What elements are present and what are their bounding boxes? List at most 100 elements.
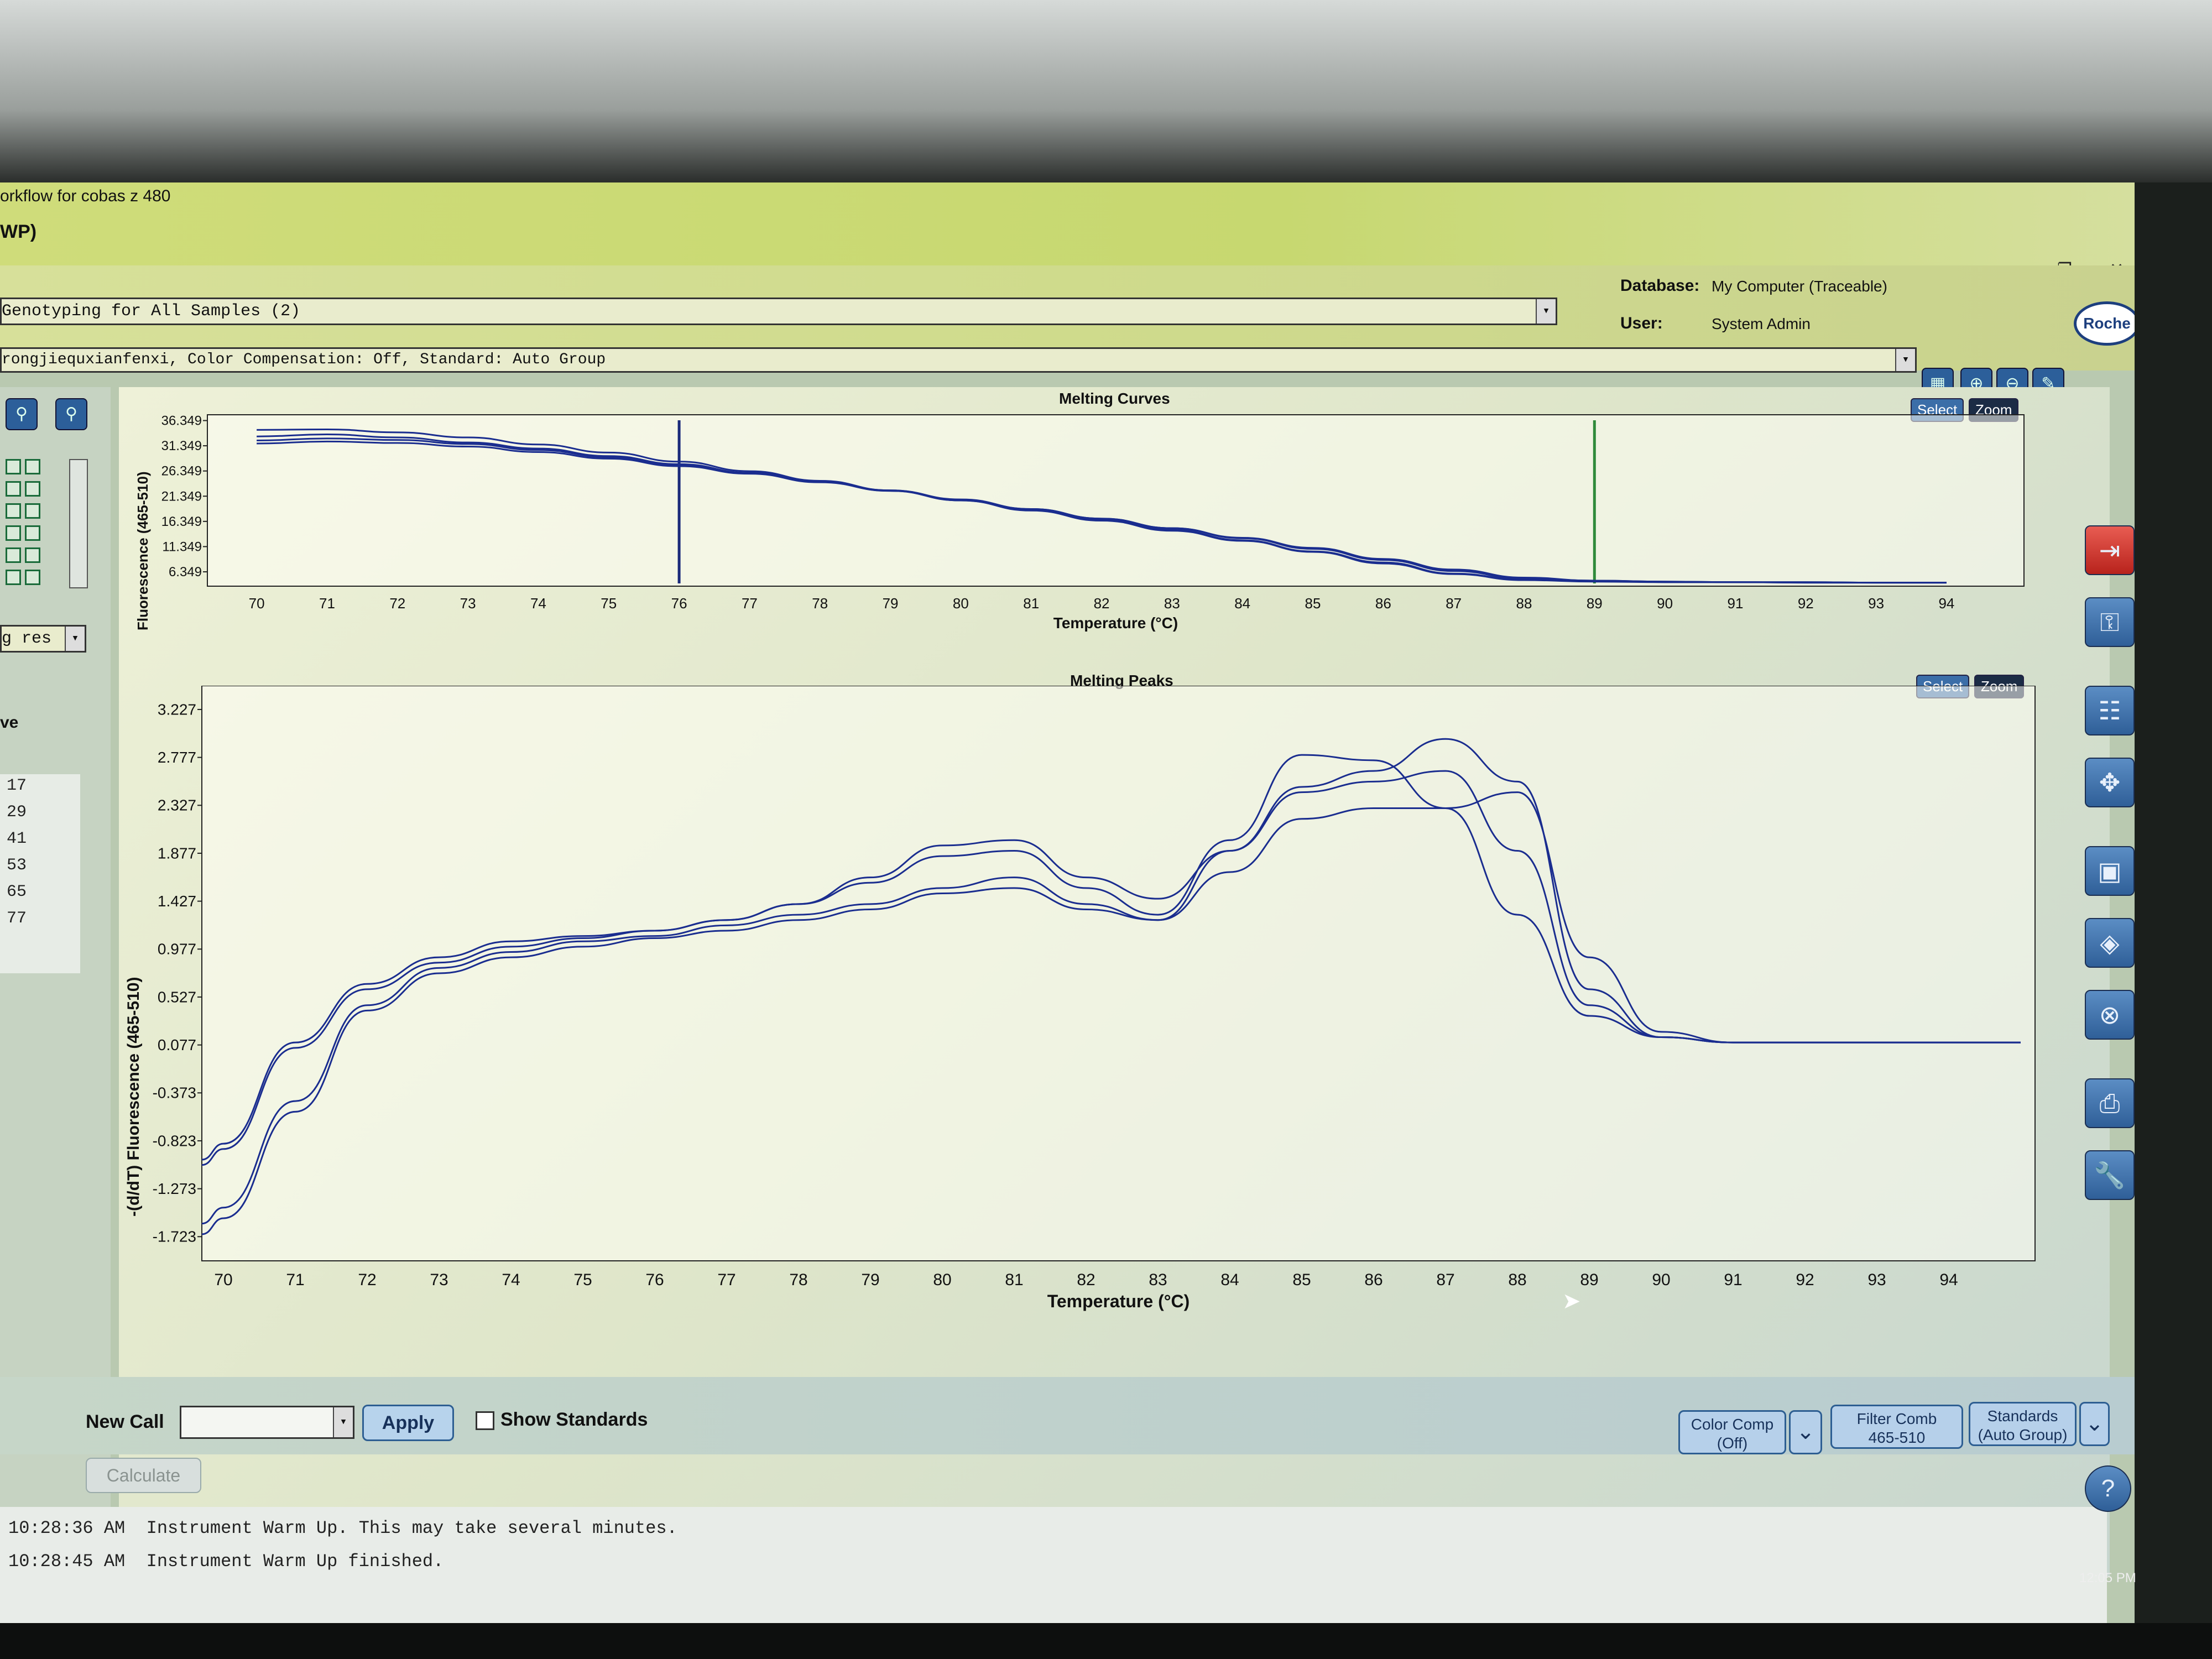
well-number[interactable]: 53 [7, 856, 27, 875]
hierarchy-icon[interactable]: ☷ [2085, 686, 2135, 735]
show-standards-checkbox[interactable] [476, 1411, 494, 1430]
exit-icon[interactable]: ⇥ [2085, 525, 2135, 575]
database-value: My Computer (Traceable) [1712, 278, 1887, 295]
well-cell[interactable] [6, 525, 21, 541]
well-number[interactable]: 77 [7, 909, 27, 928]
y-tick-label: 11.349 [162, 539, 202, 554]
y-tick-label: 6.349 [169, 565, 202, 580]
analysis-combo[interactable]: Genotyping for All Samples (2) ▾ [0, 298, 1557, 325]
well-number[interactable]: 65 [7, 883, 27, 901]
subset-combo[interactable]: rongjiequxianfenxi, Color Compensation: … [0, 347, 1917, 373]
results-combo[interactable]: g res ▾ [0, 625, 86, 653]
well-number[interactable]: 17 [7, 776, 27, 795]
log-line: 10:28:36 AM Instrument Warm Up. This may… [8, 1518, 677, 1538]
well-cell[interactable] [25, 525, 40, 541]
x-tick-label: 85 [1305, 595, 1321, 612]
save-icon[interactable]: ▣ [2085, 846, 2135, 896]
standards-button[interactable]: Standards (Auto Group) [1969, 1402, 2077, 1446]
x-tick-label: 84 [1234, 595, 1250, 612]
well-cell[interactable] [6, 459, 21, 474]
sample-selector-panel: ⚲ ⚲ g res ▾ ve 17 29 41 53 65 77 [0, 387, 111, 1532]
chevron-down-icon: ▾ [1536, 299, 1556, 324]
well-cell[interactable] [25, 481, 40, 497]
x-axis-label: Temperature (°C) [1053, 614, 1178, 632]
x-tick-label: 86 [1364, 1271, 1383, 1289]
well-cell[interactable] [6, 503, 21, 519]
apply-button[interactable]: Apply [362, 1405, 454, 1441]
navigator-icon[interactable]: ✥ [2085, 758, 2135, 807]
well-cell[interactable] [25, 459, 40, 474]
well-number[interactable]: 29 [7, 803, 27, 822]
section-label: ve [0, 713, 19, 732]
y-tick-label: 1.877 [158, 844, 196, 862]
color-comp-value: (Off) [1717, 1434, 1748, 1452]
standards-label: Standards [1987, 1407, 2058, 1425]
taskbar-clock: 12:05 PM [2079, 1571, 2136, 1585]
monitor-bezel-bottom [0, 1623, 2212, 1659]
x-tick-label: 70 [249, 595, 265, 612]
zoom-in-icon[interactable]: ⚲ [6, 398, 38, 430]
x-tick-label: 89 [1587, 595, 1603, 612]
x-tick-label: 74 [502, 1271, 520, 1289]
log-line: 10:28:45 AM Instrument Warm Up finished. [8, 1551, 444, 1572]
x-tick-label: 73 [460, 595, 476, 612]
x-tick-label: 78 [812, 595, 828, 612]
color-comp-button[interactable]: Color Comp (Off) [1678, 1410, 1786, 1454]
cancel-icon[interactable]: ⊗ [2085, 990, 2135, 1040]
zoom-out-icon[interactable]: ⚲ [55, 398, 87, 430]
analysis-combo-value: Genotyping for All Samples (2) [2, 302, 301, 321]
x-tick-label: 77 [717, 1271, 735, 1289]
title-bar: orkflow for cobas z 480 WP) – ❐ ✕ [0, 182, 2135, 279]
x-tick-label: 77 [742, 595, 758, 612]
calculate-button[interactable]: Calculate [86, 1458, 201, 1493]
new-call-combo[interactable]: ▾ [180, 1406, 354, 1439]
well-cell[interactable] [6, 570, 21, 585]
message-log: 10:28:36 AM Instrument Warm Up. This may… [0, 1507, 2107, 1623]
y-tick-label: -1.273 [153, 1180, 196, 1197]
x-tick-label: 90 [1657, 595, 1673, 612]
x-tick-label: 80 [933, 1271, 951, 1289]
well-cell[interactable] [6, 547, 21, 563]
well-cell[interactable] [25, 547, 40, 563]
print-icon[interactable]: ⎙ [2085, 1078, 2135, 1128]
header-panel: Genotyping for All Samples (2) ▾ Databas… [0, 265, 2135, 373]
x-tick-label: 76 [671, 595, 687, 612]
filter-comb-button[interactable]: Filter Comb 465-510 [1830, 1405, 1963, 1449]
chevron-down-icon: ▾ [1895, 349, 1915, 371]
monitor-bezel-top [0, 0, 2212, 182]
y-tick-label: 1.427 [158, 893, 196, 910]
x-tick-label: 82 [1077, 1271, 1095, 1289]
x-tick-label: 78 [789, 1271, 807, 1289]
x-tick-label: 72 [389, 595, 405, 612]
x-tick-label: 88 [1508, 1271, 1526, 1289]
y-tick-label: 36.349 [161, 413, 202, 428]
log-message: Instrument Warm Up. This may take severa… [146, 1518, 677, 1538]
well-cell[interactable] [6, 481, 21, 497]
chevron-down-icon: ▾ [65, 627, 85, 651]
filter-comb-label: Filter Comb [1856, 1410, 1937, 1427]
x-tick-label: 83 [1149, 1271, 1167, 1289]
chevron-down-icon: ▾ [333, 1407, 353, 1437]
x-tick-label: 85 [1292, 1271, 1311, 1289]
log-message: Instrument Warm Up finished. [146, 1551, 444, 1572]
y-tick-label: -0.823 [153, 1132, 196, 1149]
log-time: 10:28:45 AM [8, 1551, 126, 1572]
wrench-icon[interactable]: 🔧 [2085, 1150, 2135, 1200]
y-tick-label: 0.977 [158, 941, 196, 958]
key-icon[interactable]: ⚿ [2085, 597, 2135, 647]
melting-curves-chart[interactable]: 70 71 72 73 74 75 76 77 78 79 80 81 82 83 84 85 86 87 88 89… [119, 387, 2110, 653]
standards-value: (Auto Group) [1978, 1426, 2068, 1443]
chevron-down-icon[interactable]: ⌄ [1789, 1410, 1822, 1454]
export-icon[interactable]: ◈ [2085, 918, 2135, 968]
well-cell[interactable] [25, 570, 40, 585]
color-comp-label: Color Comp [1691, 1416, 1774, 1433]
x-tick-label: 79 [883, 595, 899, 612]
help-icon[interactable]: ? [2085, 1465, 2131, 1512]
well-number[interactable]: 41 [7, 830, 27, 848]
x-tick-label: 74 [530, 595, 546, 612]
x-tick-label: 73 [430, 1271, 448, 1289]
well-cell[interactable] [25, 503, 40, 519]
well-scrollbar[interactable] [69, 459, 88, 588]
well-list: 17 29 41 53 65 77 [0, 774, 80, 973]
x-tick-label: 93 [1867, 1271, 1886, 1289]
